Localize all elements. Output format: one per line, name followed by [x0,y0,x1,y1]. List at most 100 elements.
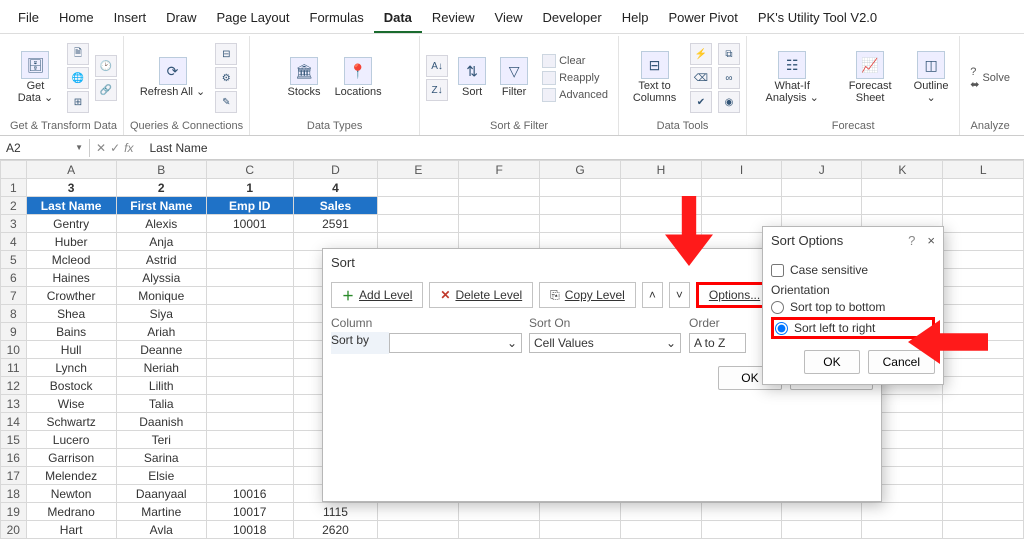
row-header[interactable]: 11 [1,359,27,377]
cell[interactable] [621,521,702,539]
fx-icon[interactable]: fx [124,141,133,155]
cell[interactable]: 2620 [293,521,378,539]
cell[interactable]: Talia [116,395,206,413]
cell[interactable] [782,179,862,197]
from-text-icon[interactable]: 🗎 [67,43,89,65]
cell[interactable] [943,521,1024,539]
cell[interactable]: Ariah [116,323,206,341]
row-header[interactable]: 16 [1,449,27,467]
cell[interactable] [782,197,862,215]
cell[interactable] [943,485,1024,503]
sort-desc-icon[interactable]: Z↓ [426,79,448,101]
cell[interactable] [378,215,459,233]
row-header[interactable]: 4 [1,233,27,251]
cell[interactable]: 10018 [206,521,293,539]
row-header[interactable]: 20 [1,521,27,539]
cell[interactable] [378,197,459,215]
filter-button[interactable]: ▽ Filter [496,55,532,101]
cell[interactable]: Neriah [116,359,206,377]
cell[interactable] [701,521,781,539]
column-header[interactable]: B [116,161,206,179]
cell[interactable] [206,341,293,359]
locations-button[interactable]: 📍 Locations [331,55,386,101]
cell[interactable] [459,521,540,539]
cell[interactable] [943,269,1024,287]
row-header[interactable]: 10 [1,341,27,359]
tab-pk-s-utility-tool-v2-0[interactable]: PK's Utility Tool V2.0 [748,6,887,33]
tab-page-layout[interactable]: Page Layout [207,6,300,33]
column-header[interactable]: H [621,161,702,179]
help-button[interactable]: ? [908,233,915,248]
cancel-formula-icon[interactable]: ✕ [96,141,106,155]
cell[interactable] [943,251,1024,269]
cell[interactable]: Sales [293,197,378,215]
cell[interactable] [701,503,781,521]
cell[interactable] [459,503,540,521]
tab-insert[interactable]: Insert [104,6,157,33]
cell[interactable]: 10017 [206,503,293,521]
forecast-sheet-button[interactable]: 📈 Forecast Sheet [837,49,903,106]
cell[interactable]: Emp ID [206,197,293,215]
cell[interactable] [943,359,1024,377]
cell[interactable] [206,395,293,413]
row-header[interactable]: 3 [1,215,27,233]
column-header[interactable]: L [943,161,1024,179]
cell[interactable]: Anja [116,233,206,251]
relationships-icon[interactable]: ∞ [718,67,740,89]
cell[interactable] [943,449,1024,467]
cell[interactable]: Lynch [26,359,116,377]
row-header[interactable]: 18 [1,485,27,503]
cell[interactable]: 3 [26,179,116,197]
cell[interactable]: 1 [206,179,293,197]
row-header[interactable]: 2 [1,197,27,215]
tab-help[interactable]: Help [612,6,659,33]
cell[interactable]: Avla [116,521,206,539]
row-header[interactable]: 12 [1,377,27,395]
cell[interactable]: Crowther [26,287,116,305]
enter-formula-icon[interactable]: ✓ [110,141,120,155]
cell[interactable]: Wise [26,395,116,413]
sort-left-right-radio[interactable]: Sort left to right [771,317,935,339]
row-header[interactable]: 7 [1,287,27,305]
cell[interactable] [862,197,943,215]
cell[interactable] [206,359,293,377]
cell[interactable] [943,413,1024,431]
cell[interactable] [943,215,1024,233]
cell[interactable] [943,467,1024,485]
tab-data[interactable]: Data [374,6,422,33]
cell[interactable] [206,467,293,485]
row-header[interactable]: 13 [1,395,27,413]
stocks-button[interactable]: 🏛 Stocks [284,55,325,101]
cell[interactable]: Martine [116,503,206,521]
row-header[interactable]: 8 [1,305,27,323]
cell[interactable]: 10016 [206,485,293,503]
column-header[interactable]: J [782,161,862,179]
cell[interactable] [862,179,943,197]
cell[interactable] [943,377,1024,395]
cell[interactable] [943,431,1024,449]
formula-input[interactable]: Last Name [139,139,1024,157]
cell[interactable]: Lilith [116,377,206,395]
tab-power-pivot[interactable]: Power Pivot [658,6,747,33]
cell[interactable]: Elsie [116,467,206,485]
clear-button[interactable]: Clear [538,53,612,69]
cell[interactable]: 2 [116,179,206,197]
cell[interactable]: Sarina [116,449,206,467]
sorton-select[interactable]: Cell Values⌄ [529,333,681,353]
cell[interactable] [206,251,293,269]
column-header[interactable]: A [26,161,116,179]
move-down-button[interactable]: ˅ [669,282,690,308]
cell[interactable] [378,521,459,539]
cell[interactable] [459,197,540,215]
row-header[interactable]: 9 [1,323,27,341]
options-ok-button[interactable]: OK [804,350,859,374]
from-web-icon[interactable]: 🌐 [67,67,89,89]
copy-level-button[interactable]: ⎘Copy Level [539,282,636,308]
whatif-button[interactable]: ☷ What-If Analysis ⌄ [753,49,831,106]
cell[interactable] [862,503,943,521]
cell[interactable]: 1115 [293,503,378,521]
row-header[interactable]: 14 [1,413,27,431]
cell[interactable] [206,449,293,467]
remove-duplicates-icon[interactable]: ⌫ [690,67,712,89]
cell[interactable]: Lucero [26,431,116,449]
